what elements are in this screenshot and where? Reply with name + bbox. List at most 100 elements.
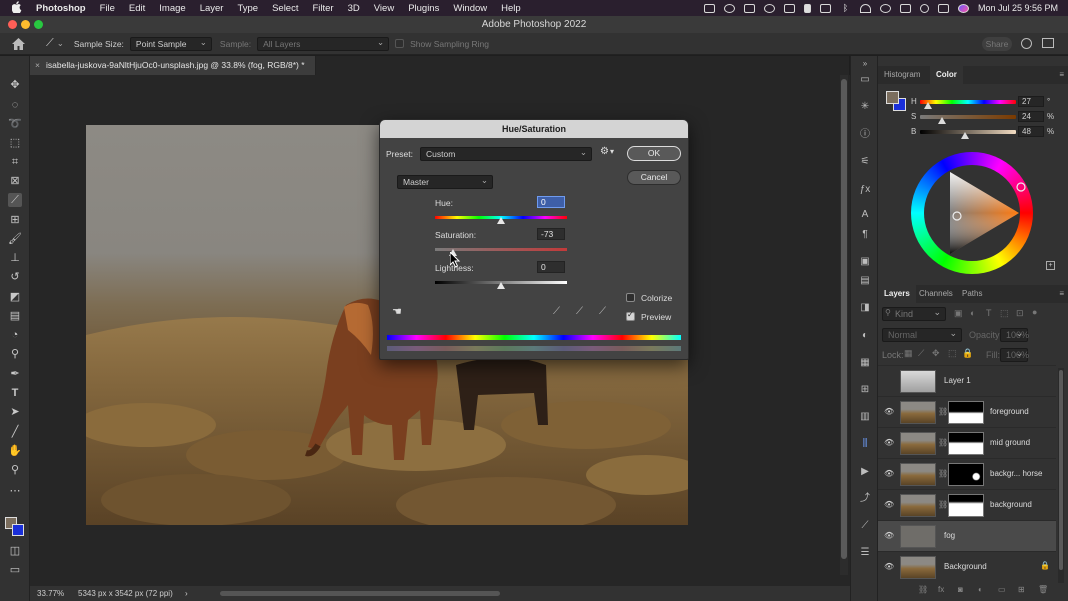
zoom-window-button[interactable] bbox=[34, 20, 43, 29]
properties-icon[interactable]: ◨ bbox=[859, 302, 871, 314]
hue-input[interactable]: 0 bbox=[537, 196, 565, 208]
screen-mode-icon[interactable]: ▭ bbox=[8, 563, 22, 577]
hand-tool-icon[interactable]: ✋ bbox=[8, 444, 22, 458]
preset-options-gear-icon[interactable]: ⚙ bbox=[600, 146, 609, 157]
layers-scroll-thumb[interactable] bbox=[1059, 370, 1063, 570]
sample-select[interactable]: All Layers bbox=[257, 36, 390, 51]
paragraph-icon[interactable]: ¶ bbox=[859, 229, 871, 241]
h-slider[interactable] bbox=[920, 100, 1016, 104]
menu-view[interactable]: View bbox=[374, 3, 394, 14]
link-layers-icon[interactable]: ⛓ bbox=[918, 585, 928, 594]
hue-ring-marker[interactable] bbox=[1016, 182, 1026, 192]
lock-image-icon[interactable]: ⟋ bbox=[918, 348, 924, 359]
quick-mask-icon[interactable]: ◫ bbox=[8, 544, 22, 558]
background-color-swatch[interactable] bbox=[12, 524, 24, 536]
eraser-tool-icon[interactable]: ◩ bbox=[8, 290, 22, 304]
move-tool-icon[interactable]: ✥ bbox=[8, 78, 22, 92]
layer-mask-thumbnail[interactable] bbox=[948, 463, 984, 486]
b-value[interactable]: 48 bbox=[1018, 126, 1044, 137]
show-sampling-ring-checkbox[interactable] bbox=[395, 39, 405, 48]
filter-shape-icon[interactable]: ⬚ bbox=[1000, 308, 1009, 319]
history-icon[interactable]: ⤴ bbox=[859, 493, 871, 505]
cancel-button[interactable]: Cancel bbox=[627, 170, 681, 185]
blur-tool-icon[interactable]: ◔ bbox=[8, 328, 22, 342]
workspace-icon[interactable] bbox=[1042, 38, 1054, 48]
zoom-level[interactable]: 33.77% bbox=[37, 586, 64, 601]
layer-row[interactable]: 👁 ⛓ backgr... horse bbox=[878, 458, 1056, 489]
filter-adjust-icon[interactable]: ◐ bbox=[970, 308, 975, 318]
mask-link-icon[interactable]: ⛓ bbox=[938, 407, 948, 416]
info-icon[interactable]: ⓘ bbox=[859, 129, 871, 141]
menu-layer[interactable]: Layer bbox=[200, 3, 224, 14]
bluetooth-icon[interactable]: ᛒ bbox=[840, 3, 851, 13]
character-icon[interactable]: A bbox=[859, 209, 871, 221]
preset-select[interactable]: Custom bbox=[420, 146, 592, 161]
layer-mask-thumbnail[interactable] bbox=[948, 432, 984, 455]
search-icon[interactable] bbox=[1021, 38, 1032, 49]
hue-slider-knob[interactable] bbox=[497, 217, 505, 224]
apple-menu-icon[interactable] bbox=[11, 0, 26, 16]
color-wheel[interactable] bbox=[911, 152, 1033, 274]
layer-name[interactable]: backgr... horse bbox=[990, 469, 1042, 478]
mask-link-icon[interactable]: ⛓ bbox=[938, 438, 948, 447]
fg-color-chip[interactable] bbox=[886, 91, 899, 104]
s-slider[interactable] bbox=[920, 115, 1016, 119]
close-tab-icon[interactable]: × bbox=[35, 56, 40, 75]
wifi-icon[interactable] bbox=[859, 3, 871, 13]
gradients-icon[interactable]: ▥ bbox=[859, 411, 871, 423]
eyedropper-tool-icon[interactable]: ⟋ bbox=[8, 193, 22, 207]
opacity-input[interactable]: 100% bbox=[1000, 327, 1029, 342]
eyedropper-tool-preset-icon[interactable]: ⟋ bbox=[46, 37, 54, 50]
mask-link-icon[interactable]: ⛓ bbox=[938, 469, 948, 478]
layer-name[interactable]: Background bbox=[944, 562, 987, 571]
battery-icon[interactable] bbox=[899, 3, 911, 13]
ok-button[interactable]: OK bbox=[627, 146, 681, 161]
eye-icon[interactable]: 👁 bbox=[884, 469, 894, 478]
collapse-panels-icon[interactable]: » bbox=[859, 58, 871, 70]
eyedropper-minus-icon[interactable]: ⟋ bbox=[599, 306, 606, 317]
layer-row[interactable]: Layer 1 bbox=[878, 365, 1056, 396]
blend-mode-select[interactable]: Normal bbox=[882, 327, 962, 342]
home-icon[interactable] bbox=[12, 37, 26, 50]
siri-icon[interactable] bbox=[957, 3, 969, 13]
menu-select[interactable]: Select bbox=[272, 3, 298, 14]
tab-color[interactable]: Color bbox=[930, 66, 963, 84]
status-arrow-icon[interactable]: › bbox=[185, 586, 188, 601]
s-value[interactable]: 24 bbox=[1018, 111, 1044, 122]
crop-tool-icon[interactable]: ⌗ bbox=[8, 155, 22, 169]
preset-dropdown-icon[interactable]: ⌄ bbox=[57, 38, 64, 49]
vertical-scrollbar[interactable] bbox=[840, 75, 848, 575]
notes-icon[interactable]: ▤ bbox=[859, 275, 871, 287]
dodge-tool-icon[interactable]: ⚲ bbox=[8, 347, 22, 361]
grid-app-icon[interactable] bbox=[819, 3, 831, 13]
dropbox-icon[interactable] bbox=[743, 3, 755, 13]
brush-settings-icon[interactable]: ƒx bbox=[859, 184, 871, 196]
app-menu[interactable]: Photoshop bbox=[36, 3, 86, 14]
eyedropper-icon[interactable]: ⟋ bbox=[553, 306, 560, 317]
menu-filter[interactable]: Filter bbox=[312, 3, 333, 14]
styles-icon[interactable]: ◐ bbox=[859, 330, 871, 342]
layer-name[interactable]: foreground bbox=[990, 407, 1029, 416]
lock-all-icon[interactable]: 🔒 bbox=[962, 348, 973, 359]
navigator-icon[interactable]: ✳ bbox=[859, 101, 871, 113]
filter-smart-icon[interactable]: ⊡ bbox=[1016, 308, 1024, 319]
fill-input[interactable]: 100% bbox=[1000, 347, 1029, 362]
marquee-tool-icon[interactable]: ◌ bbox=[8, 98, 22, 112]
healing-brush-tool-icon[interactable]: ⊞ bbox=[8, 213, 22, 227]
menu-image[interactable]: Image bbox=[159, 3, 185, 14]
control-center-icon[interactable] bbox=[937, 3, 949, 13]
layer-row[interactable]: 👁 Background 🔒 bbox=[878, 551, 1056, 582]
saturation-input[interactable]: -73 bbox=[537, 228, 565, 240]
lasso-tool-icon[interactable]: ➰ bbox=[8, 117, 22, 131]
delete-layer-icon[interactable]: 🗑 bbox=[1038, 585, 1048, 594]
lightness-slider-knob[interactable] bbox=[497, 282, 505, 289]
s-slider-knob[interactable] bbox=[938, 117, 946, 124]
add-mask-icon[interactable]: ◙ bbox=[958, 585, 963, 594]
menu-window[interactable]: Window bbox=[453, 3, 487, 14]
layer-mask-thumbnail[interactable] bbox=[948, 494, 984, 517]
channel-select[interactable]: Master bbox=[397, 174, 493, 189]
filter-type-icon[interactable]: T bbox=[986, 308, 992, 318]
layers-panel-menu-icon[interactable]: ≡ bbox=[1059, 289, 1064, 298]
history-brush-tool-icon[interactable]: ↺ bbox=[8, 270, 22, 284]
line-tool-icon[interactable]: ╱ bbox=[8, 425, 22, 439]
